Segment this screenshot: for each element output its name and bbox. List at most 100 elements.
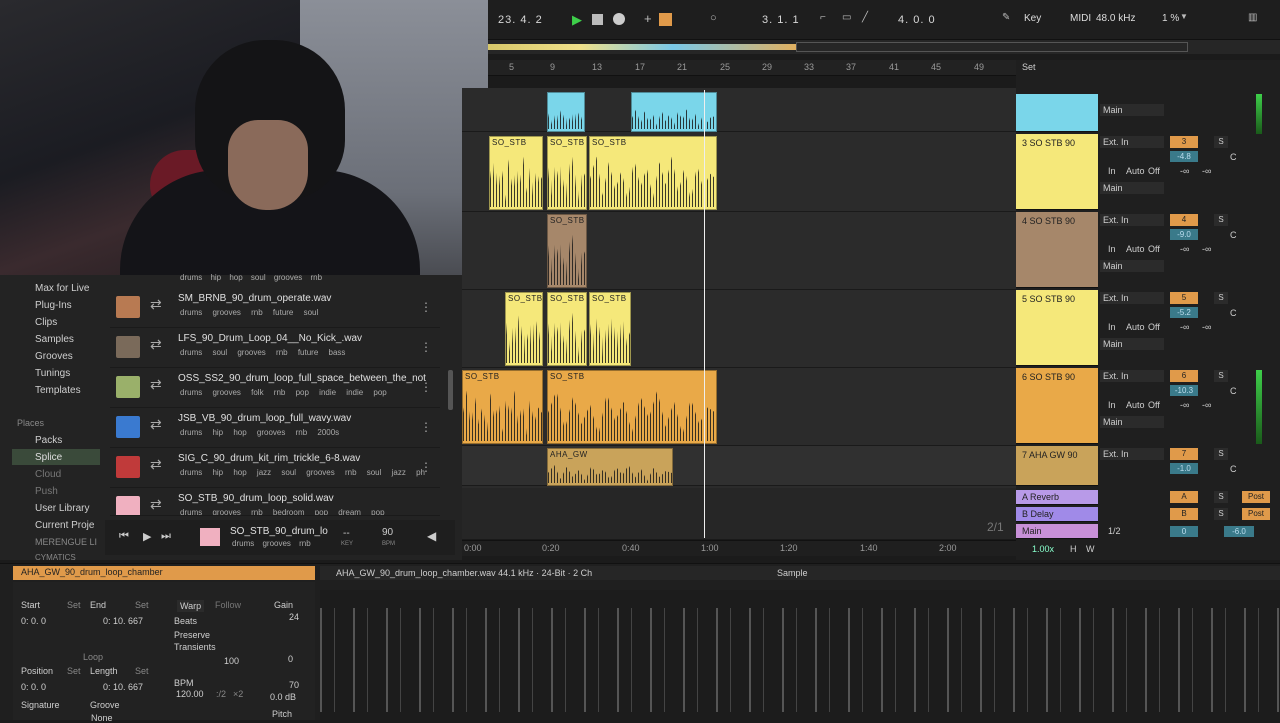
lane-3[interactable]: SO_STB SO_STB SO_STB	[462, 134, 1016, 212]
audio-clip[interactable]: SO_STB	[489, 136, 543, 210]
return-track-b[interactable]: B Delay	[1016, 507, 1098, 522]
label[interactable]: Set	[67, 600, 81, 610]
output-select[interactable]: Main	[1100, 182, 1164, 194]
label[interactable]: Auto	[1126, 166, 1145, 176]
solo-button[interactable]: S	[1214, 136, 1228, 148]
next-icon[interactable]: ⏭	[161, 530, 171, 543]
warp-mode-select[interactable]: Beats	[174, 616, 197, 626]
solo-button[interactable]: S	[1214, 292, 1228, 304]
prev-icon[interactable]: ⏮	[119, 530, 129, 543]
input-select[interactable]: Ext. In	[1100, 214, 1164, 226]
label[interactable]: Off	[1148, 400, 1160, 410]
solo-button[interactable]: S	[1214, 448, 1228, 460]
pan-field[interactable]: C	[1230, 464, 1237, 474]
label[interactable]: Plug-Ins	[35, 300, 72, 311]
label[interactable]: Tunings	[35, 368, 70, 379]
label[interactable]: 1/2	[1108, 526, 1121, 536]
play-icon[interactable]: ▶	[143, 530, 151, 543]
pan-field[interactable]: C	[1230, 308, 1237, 318]
label[interactable]: Templates	[35, 385, 81, 396]
audio-clip[interactable]: AHA_GW	[547, 448, 673, 486]
track-activator[interactable]: 4	[1170, 214, 1198, 226]
more-icon[interactable]: ⋮	[420, 380, 432, 394]
volume-field[interactable]: -10.3	[1170, 385, 1198, 396]
label[interactable]: In	[1108, 244, 1116, 254]
label[interactable]: User Library	[35, 503, 89, 514]
track-activator[interactable]: 6	[1170, 370, 1198, 382]
window-icon[interactable]: ▥	[1248, 12, 1257, 23]
label[interactable]: S	[1214, 491, 1228, 503]
label[interactable]: Clips	[35, 317, 57, 328]
label[interactable]: Splice	[35, 452, 62, 463]
tempo-follow[interactable]: 1.00x	[1032, 544, 1054, 554]
label[interactable]: 100	[224, 656, 239, 666]
label[interactable]: Auto	[1126, 244, 1145, 254]
loop-position[interactable]: 0: 0. 0	[21, 682, 46, 692]
track-activator[interactable]: 3	[1170, 136, 1198, 148]
warp-toggle[interactable]: Warp	[177, 600, 205, 612]
gain-value[interactable]: 0.0 dB	[270, 692, 296, 702]
label[interactable]: Max for Live	[35, 283, 89, 294]
audio-clip[interactable]: SO_STB	[505, 292, 543, 366]
track-activator[interactable]: 7	[1170, 448, 1198, 460]
label[interactable]: In	[1108, 166, 1116, 176]
label[interactable]: B	[1170, 508, 1198, 520]
label[interactable]: Set	[135, 666, 149, 676]
return-track-a[interactable]: A Reverb	[1016, 490, 1098, 505]
list-item[interactable]: ⇄ JSB_VB_90_drum_loop_full_wavy.wav drums …	[110, 408, 440, 448]
midi-map-button[interactable]: MIDI	[1070, 13, 1091, 24]
label[interactable]: Push	[35, 486, 58, 497]
loop-icon[interactable]: ⇄	[150, 496, 162, 513]
track-header-6[interactable]: 6 SO STB 90	[1016, 368, 1098, 444]
label[interactable]: 0	[1170, 526, 1198, 537]
label[interactable]: Transients	[174, 642, 216, 652]
scrollbar[interactable]	[448, 370, 453, 410]
volume-field[interactable]: -5.2	[1170, 307, 1198, 318]
set-label[interactable]: Set	[1022, 62, 1036, 72]
solo-button[interactable]: S	[1214, 214, 1228, 226]
label[interactable]: Packs	[35, 435, 62, 446]
solo-button[interactable]: S	[1214, 370, 1228, 382]
volume-field[interactable]: -4.8	[1170, 151, 1198, 162]
label[interactable]: Grooves	[35, 351, 73, 362]
arrangement-view[interactable]: SO_STB SO_STB SO_STB SO_STB SO_STB SO_ST…	[462, 88, 1016, 540]
label[interactable]: In	[1108, 322, 1116, 332]
sample-tab[interactable]: Sample	[777, 568, 808, 578]
label[interactable]: Off	[1148, 322, 1160, 332]
label[interactable]: Set	[135, 600, 149, 610]
track-header-5[interactable]: 5 SO STB 90	[1016, 290, 1098, 366]
song-position[interactable]: 23. 4. 2	[498, 14, 543, 26]
automation-arm-icon[interactable]	[659, 13, 672, 26]
label[interactable]: S	[1214, 508, 1228, 520]
track-header-4[interactable]: 4 SO STB 90	[1016, 212, 1098, 288]
list-item[interactable]: ⇄ SO_STB_90_drum_loop_solid.wav drums groo…	[110, 488, 440, 516]
input-select[interactable]: Ext. In	[1100, 136, 1164, 148]
audio-clip[interactable]: SO_STB	[547, 292, 587, 366]
main-track[interactable]: Main	[1016, 524, 1098, 539]
volume-field[interactable]: -9.0	[1170, 229, 1198, 240]
more-icon[interactable]: ⋮	[420, 300, 432, 314]
label[interactable]: CYMATICS	[35, 553, 76, 562]
input-select[interactable]: Ext. In	[1100, 292, 1164, 304]
more-icon[interactable]: ⋮	[420, 340, 432, 354]
list-item[interactable]: ⇄ LFS_90_Drum_Loop_04__No_Kick_.wav drums …	[110, 328, 440, 368]
output-select[interactable]: Main	[1100, 416, 1164, 428]
speaker-icon[interactable]: ◀	[427, 529, 436, 543]
clip-bpm[interactable]: 120.00	[176, 689, 204, 699]
loop-icon[interactable]: ⇄	[150, 456, 162, 473]
loop-icon[interactable]: ⇄	[150, 376, 162, 393]
lane-6[interactable]: SO_STB SO_STB	[462, 368, 1016, 446]
clip-end[interactable]: 0: 10. 667	[103, 616, 143, 626]
input-select[interactable]: Ext. In	[1100, 370, 1164, 382]
label[interactable]: Follow	[215, 600, 241, 610]
audio-clip[interactable]: SO_STB	[589, 136, 717, 210]
sample-waveform[interactable]	[320, 590, 1280, 720]
pan-field[interactable]: C	[1230, 230, 1237, 240]
list-item[interactable]: ⇄ SM_BRNB_90_drum_operate.wav drums groove…	[110, 288, 440, 328]
audio-clip[interactable]	[547, 92, 585, 132]
audio-clip[interactable]: SO_STB	[589, 292, 631, 366]
label[interactable]: MERENGUE LI	[35, 537, 97, 547]
label[interactable]: Off	[1148, 166, 1160, 176]
label[interactable]: In	[1108, 400, 1116, 410]
audio-clip[interactable]: SO_STB	[462, 370, 543, 444]
